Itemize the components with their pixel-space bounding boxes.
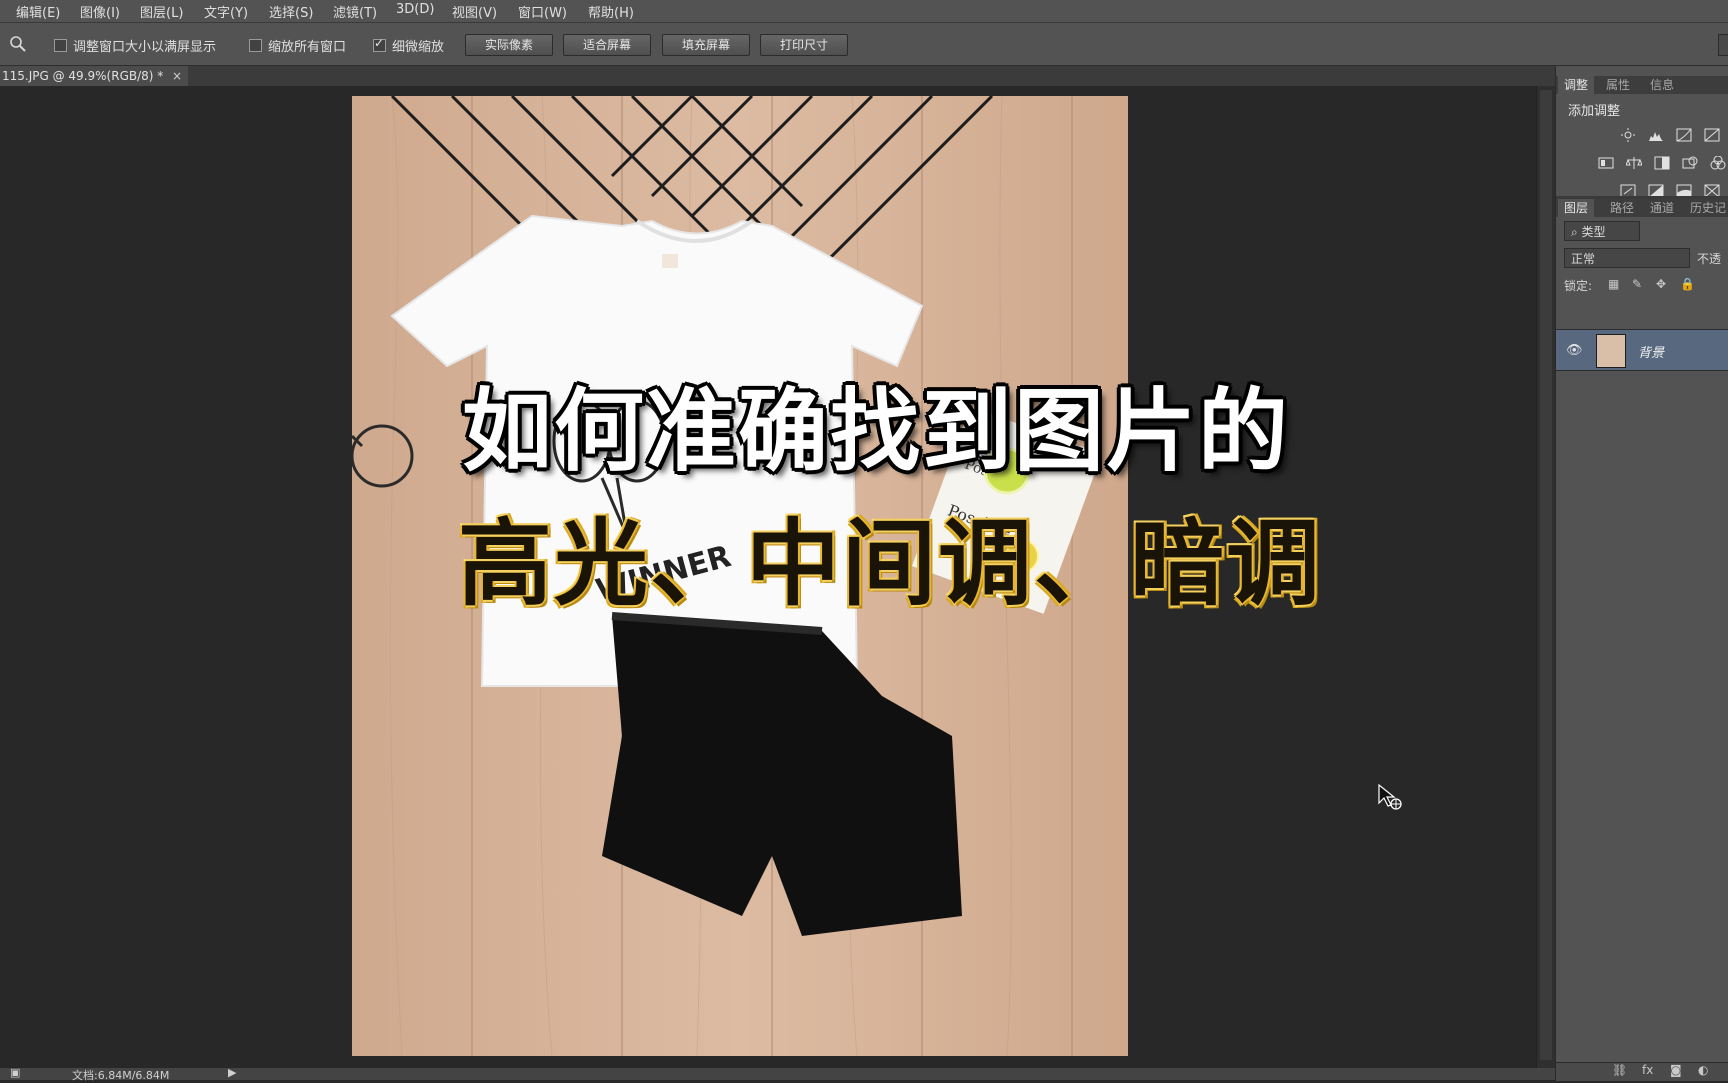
adjustment-layer-icon[interactable]: ◐ [1698,1063,1708,1077]
tab-history[interactable]: 历史记 [1684,199,1728,217]
menu-filter[interactable]: 滤镜(T) [333,2,377,21]
mask-icon[interactable]: ◙ [1670,1063,1682,1077]
channel-mixer-icon[interactable] [1710,156,1726,170]
layer-row-background[interactable]: 👁 背景 [1556,329,1728,371]
checkbox-box [249,39,262,52]
tab-layers[interactable]: 图层 [1558,199,1595,217]
link-layers-icon[interactable]: ⛓ [1612,1063,1627,1077]
layer-name: 背景 [1638,346,1665,361]
lock-move-icon[interactable]: ✥ [1656,277,1666,291]
document-tab-bar: 115.JPG @ 49.9%(RGB/8) * × [0,66,1555,86]
add-adjustment-label: 添加调整 [1568,104,1621,119]
menu-image[interactable]: 图像(I) [80,2,120,21]
zoom-all-windows-label: 缩放所有窗口 [268,40,347,55]
tab-paths[interactable]: 路径 [1604,199,1640,217]
menu-select[interactable]: 选择(S) [269,2,313,21]
fit-screen-button[interactable]: 适合屏幕 [563,34,651,56]
menu-layer[interactable]: 图层(L) [140,2,183,21]
tab-info[interactable]: 信息 [1644,76,1680,94]
cursor-icon [1378,784,1402,810]
right-panel: 调整 属性 信息 添加调整 图层 路径 通道 历史记 ⌕ 类型 正常 不透 锁定… [1555,66,1728,1081]
menu-3d[interactable]: 3D(D) [396,2,434,17]
print-size-button[interactable]: 打印尺寸 [760,34,848,56]
zoom-all-windows-checkbox[interactable]: 缩放所有窗口 [249,36,346,55]
menu-edit[interactable]: 编辑(E) [16,2,60,21]
scrollbar-thumb[interactable] [1540,90,1552,1060]
opacity-label: 不透 [1697,252,1722,266]
tab-adjustments[interactable]: 调整 [1558,76,1595,94]
vertical-scrollbar[interactable] [1536,86,1555,1068]
photo-filter-icon[interactable] [1682,156,1698,170]
menu-bar: 编辑(E) 图像(I) 图层(L) 文字(Y) 选择(S) 滤镜(T) 3D(D… [0,0,1728,23]
exposure-icon[interactable] [1704,128,1720,142]
black-white-icon[interactable] [1654,156,1670,170]
brightness-icon[interactable] [1620,128,1636,142]
overlay-title-line1: 如何准确找到图片的 [462,379,1290,484]
workspace-switcher[interactable] [1718,34,1728,56]
layers-tabbar: 图层 路径 通道 历史记 [1556,199,1728,217]
lock-label: 锁定: [1564,279,1593,293]
tab-properties[interactable]: 属性 [1600,76,1636,94]
layer-thumbnail [1596,334,1626,368]
search-icon: ⌕ [1571,225,1582,239]
document-tab[interactable]: 115.JPG @ 49.9%(RGB/8) * × [0,66,188,86]
vibrance-icon[interactable] [1598,156,1614,170]
status-menu-icon[interactable]: ▣ [10,1066,20,1079]
lock-transparent-icon[interactable]: ▦ [1608,277,1619,291]
adjustments-tabbar: 调整 属性 信息 [1556,76,1728,94]
document-tab-label: 115.JPG @ 49.9%(RGB/8) * [2,69,164,83]
lock-brush-icon[interactable]: ✎ [1632,277,1642,291]
scrubby-zoom-checkbox[interactable]: 细微缩放 [373,36,444,55]
layer-filter-select[interactable]: ⌕ 类型 [1564,221,1640,241]
fill-screen-button[interactable]: 填充屏幕 [662,34,750,56]
menu-type[interactable]: 文字(Y) [204,2,248,21]
close-icon[interactable]: × [172,66,182,86]
resize-windows-label: 调整窗口大小以满屏显示 [73,40,217,55]
options-bar: 调整窗口大小以满屏显示 缩放所有窗口 细微缩放 实际像素 适合屏幕 填充屏幕 打… [0,23,1728,66]
actual-pixels-button[interactable]: 实际像素 [465,34,553,56]
scrubby-zoom-label: 细微缩放 [392,40,445,55]
menu-help[interactable]: 帮助(H) [588,2,634,21]
curves-icon[interactable] [1676,128,1692,142]
layer-filter-label: 类型 [1581,225,1606,239]
fx-icon[interactable]: fx [1642,1063,1653,1077]
overlay-title-line2: 高光、中间调、暗调 [458,510,1323,619]
lock-all-icon[interactable]: 🔒 [1680,277,1695,291]
levels-icon[interactable] [1648,128,1664,142]
layers-bottom-bar: ⛓ fx ◙ ◐ [1556,1062,1728,1081]
status-arrow-icon[interactable]: ▶ [228,1066,236,1079]
zoom-icon[interactable] [8,34,28,54]
status-bar: ▣ 文档:6.84M/6.84M ▶ [0,1066,1555,1082]
menu-window[interactable]: 窗口(W) [518,2,567,21]
color-balance-icon[interactable] [1626,156,1642,170]
tab-channels[interactable]: 通道 [1644,199,1680,217]
eye-icon[interactable]: 👁 [1566,343,1583,358]
resize-windows-checkbox[interactable]: 调整窗口大小以满屏显示 [54,36,216,55]
checkbox-box-checked [373,36,386,52]
checkbox-box [54,39,67,52]
menu-view[interactable]: 视图(V) [452,2,497,21]
doc-size-info: 文档:6.84M/6.84M [72,1069,170,1082]
blend-mode-select[interactable]: 正常 [1564,248,1690,268]
